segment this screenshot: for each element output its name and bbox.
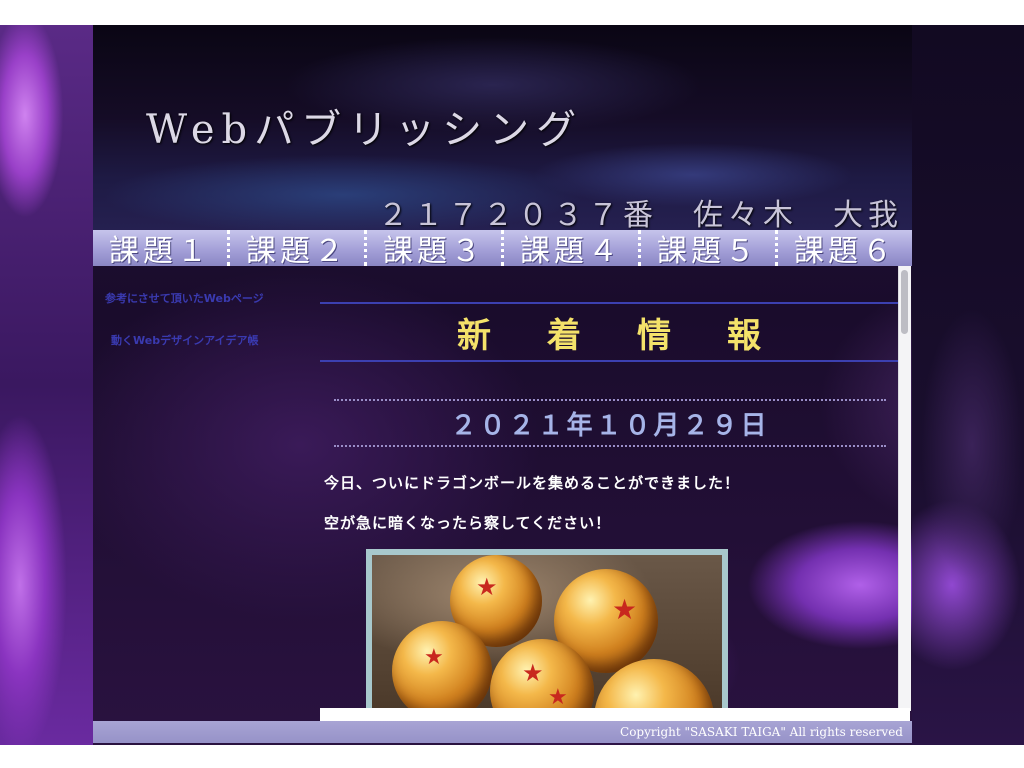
left-background-strip [0,25,93,745]
news-heading: 新着情報 [320,302,898,362]
footer: Copyright "SASAKI TAIGA" All rights rese… [93,721,912,743]
sidebar-link-reference[interactable]: 参考にさせて頂いたWebページ [105,290,315,306]
content-bottom-edge [320,708,910,722]
tab-assignment-1[interactable]: 課題１ [93,230,230,269]
sidebar-link-design-ideas[interactable]: 動くWebデザインアイデア帳 [111,332,315,348]
tab-assignment-3[interactable]: 課題３ [367,230,504,269]
post-date: ２０２１年１０月２９日 [334,399,886,447]
tab-assignment-4[interactable]: 課題４ [504,230,641,269]
assignment-nav: 課題１ 課題２ 課題３ 課題４ 課題５ 課題６ [93,230,912,269]
scrollbar-thumb[interactable] [901,270,908,334]
tab-assignment-5[interactable]: 課題５ [641,230,778,269]
post-text-2: 空が急に暗くなったら察してください！ [324,514,612,532]
site-header: Webパブリッシング ２１７２０３７番 佐々木 大我 [93,25,912,233]
site-title: Webパブリッシング [146,107,584,153]
main-content: 新着情報 ２０２１年１０月２９日 今日、ついにドラゴンボールを集めることができま… [320,266,910,720]
content-scrollbar[interactable] [898,266,911,711]
dragon-balls-photo: ★ ★ ★ ★ ★ [366,549,728,719]
copyright-text: Copyright "SASAKI TAIGA" All rights rese… [620,725,903,739]
post-text-1: 今日、ついにドラゴンボールを集めることができました！ [324,474,741,492]
tab-assignment-6[interactable]: 課題６ [778,230,912,269]
right-background-strip [912,25,1024,745]
tab-assignment-2[interactable]: 課題２ [230,230,367,269]
sidebar: 参考にさせて頂いたWebページ 動くWebデザインアイデア帳 [100,290,315,374]
